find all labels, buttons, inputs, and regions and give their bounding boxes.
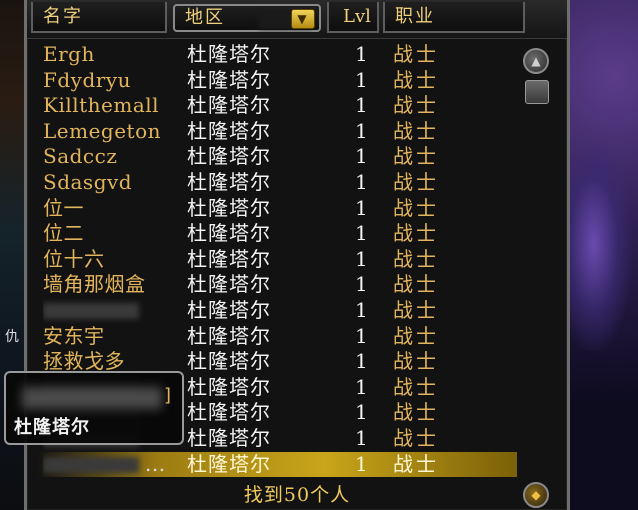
player-class: 战士 <box>393 169 439 194</box>
player-zone: 杜隆塔尔 <box>187 425 271 450</box>
results-count: 找到50个人 <box>243 484 351 506</box>
class-column-header[interactable]: 职业 <box>383 2 525 33</box>
player-zone: 杜隆塔尔 <box>187 144 271 169</box>
player-zone: 杜隆塔尔 <box>187 374 271 399</box>
player-level: 1 <box>355 323 368 348</box>
scroll-up-icon[interactable]: ▲ <box>523 48 549 74</box>
player-level: 1 <box>355 195 368 220</box>
player-row[interactable]: 杜隆塔尔 1 战士 <box>37 298 517 324</box>
player-level: 1 <box>355 425 368 450</box>
left-edge-glyph: 仇 <box>5 329 19 345</box>
player-level: 1 <box>355 169 368 194</box>
player-name: 位一 <box>43 195 84 220</box>
player-zone: 杜隆塔尔 <box>187 42 271 66</box>
player-level: 1 <box>355 297 368 322</box>
tooltip-zone: 杜隆塔尔 <box>14 417 90 438</box>
player-name: 位十六 <box>43 246 105 271</box>
player-zone: 杜隆塔尔 <box>187 118 271 143</box>
player-zone: 杜隆塔尔 <box>187 349 271 374</box>
player-row[interactable]: Killthemall 杜隆塔尔 1 战士 <box>37 93 517 119</box>
player-zone: 杜隆塔尔 <box>187 169 271 194</box>
player-zone: 杜隆塔尔 <box>187 272 271 297</box>
player-level: 1 <box>355 451 368 476</box>
player-zone: 杜隆塔尔 <box>187 221 271 246</box>
player-class: 战士 <box>393 349 439 374</box>
zone-column-label: 地区 <box>185 7 225 28</box>
tooltip-bracket: ] <box>164 385 172 406</box>
player-class: 战士 <box>393 374 439 399</box>
player-name: Lemegeton <box>43 118 162 143</box>
scroll-thumb[interactable] <box>525 80 549 104</box>
player-zone: 杜隆塔尔 <box>187 246 271 271</box>
player-name: 位二 <box>43 221 84 246</box>
player-level: 1 <box>355 246 368 271</box>
player-class: 战士 <box>393 221 439 246</box>
player-name: Sdasgvd <box>43 169 133 194</box>
level-column-header[interactable]: Lvl <box>327 2 379 33</box>
game-world-right <box>560 0 638 510</box>
player-class: 战士 <box>393 93 439 118</box>
player-row[interactable]: 安东宇 杜隆塔尔 1 战士 <box>37 324 517 350</box>
player-row[interactable]: Sadccz 杜隆塔尔 1 战士 <box>37 144 517 170</box>
player-name: 墙角那烟盒 <box>43 272 146 297</box>
player-row[interactable]: Fdydryu 杜隆塔尔 1 战士 <box>37 68 517 94</box>
player-level: 1 <box>355 221 368 246</box>
name-ellipsis: ... <box>145 451 166 476</box>
player-class: 战士 <box>393 67 439 92</box>
name-column-header[interactable]: 名字 <box>31 2 167 33</box>
player-level: 1 <box>355 144 368 169</box>
player-level: 1 <box>355 272 368 297</box>
player-class: 战士 <box>393 118 439 143</box>
player-name: ... <box>43 452 183 478</box>
player-class: 战士 <box>393 425 439 450</box>
zone-column-dropdown[interactable]: 地区 ▼ <box>173 4 321 32</box>
column-header-bar: 名字 地区 ▼ Lvl 职业 <box>27 0 567 39</box>
player-level: 1 <box>355 349 368 374</box>
player-zone: 杜隆塔尔 <box>187 67 271 92</box>
player-class: 战士 <box>393 297 439 322</box>
player-name: Sadccz <box>43 144 118 169</box>
player-name: Ergh <box>43 42 95 66</box>
player-zone: 杜隆塔尔 <box>187 297 271 322</box>
player-class: 战士 <box>393 400 439 425</box>
player-zone: 杜隆塔尔 <box>187 93 271 118</box>
player-row[interactable]: 位二 杜隆塔尔 1 战士 <box>37 221 517 247</box>
scrollbar[interactable]: ▲ ◆ <box>523 44 553 508</box>
player-class: 战士 <box>393 323 439 348</box>
player-class: 战士 <box>393 144 439 169</box>
player-zone: 杜隆塔尔 <box>187 451 271 476</box>
player-row[interactable]: Sdasgvd 杜隆塔尔 1 战士 <box>37 170 517 196</box>
player-row[interactable]: Lemegeton 杜隆塔尔 1 战士 <box>37 119 517 145</box>
player-level: 1 <box>355 400 368 425</box>
player-row[interactable]: ... 杜隆塔尔 1 战士 <box>37 451 517 478</box>
player-name: Killthemall <box>43 93 160 118</box>
player-class: 战士 <box>393 42 439 66</box>
player-class: 战士 <box>393 451 439 476</box>
player-row[interactable]: Ergh 杜隆塔尔 1 战士 <box>37 42 517 68</box>
player-class: 战士 <box>393 246 439 271</box>
dropdown-arrow-icon[interactable]: ▼ <box>291 9 315 29</box>
player-level: 1 <box>355 374 368 399</box>
player-row[interactable]: 位十六 杜隆塔尔 1 战士 <box>37 247 517 273</box>
player-zone: 杜隆塔尔 <box>187 195 271 220</box>
player-name <box>43 298 183 324</box>
player-row[interactable]: 墙角那烟盒 杜隆塔尔 1 战士 <box>37 272 517 298</box>
obscured-name <box>43 302 139 319</box>
tooltip-name-obscured <box>22 387 162 409</box>
player-level: 1 <box>355 118 368 143</box>
player-name: Fdydryu <box>43 67 132 92</box>
player-zone: 杜隆塔尔 <box>187 400 271 425</box>
player-level: 1 <box>355 42 368 66</box>
player-class: 战士 <box>393 195 439 220</box>
player-level: 1 <box>355 67 368 92</box>
obscured-name <box>43 456 139 473</box>
player-row[interactable]: 位一 杜隆塔尔 1 战士 <box>37 196 517 222</box>
player-name: 安东宇 <box>43 323 105 348</box>
player-class: 战士 <box>393 272 439 297</box>
player-tooltip: ] 杜隆塔尔 <box>4 371 184 445</box>
player-level: 1 <box>355 93 368 118</box>
player-zone: 杜隆塔尔 <box>187 323 271 348</box>
